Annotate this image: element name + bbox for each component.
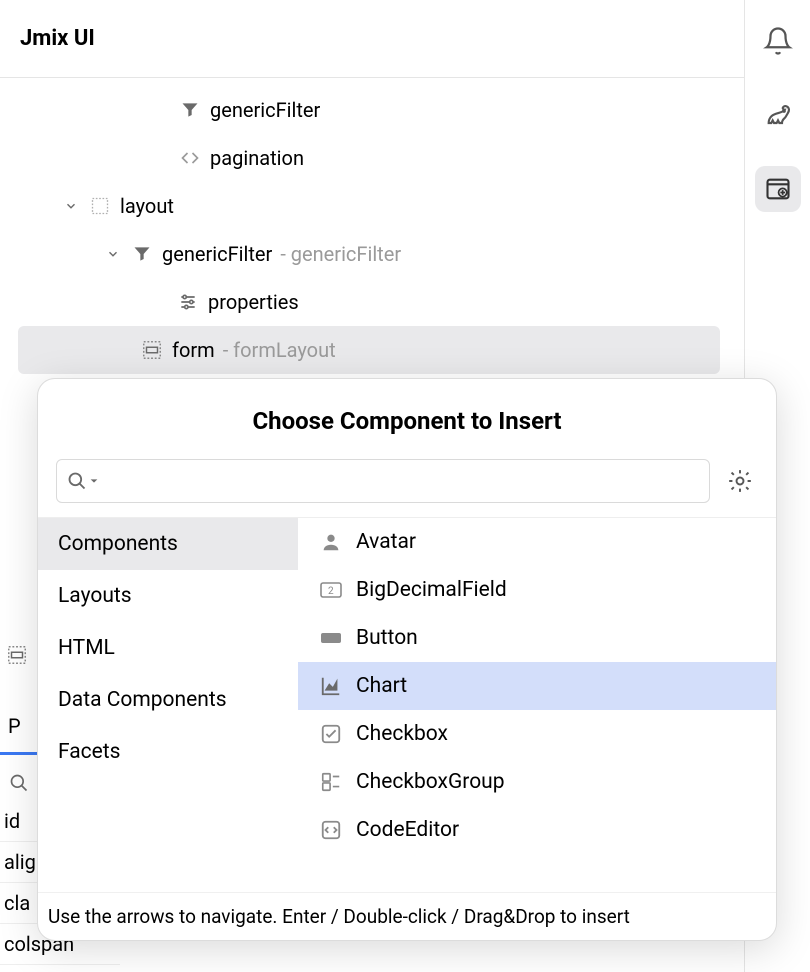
window-icon bbox=[764, 175, 792, 203]
tree-item-properties[interactable]: properties bbox=[18, 278, 720, 326]
property-row[interactable]: alig bbox=[0, 842, 37, 883]
checkbox-icon bbox=[318, 721, 344, 747]
search-field[interactable] bbox=[56, 459, 710, 503]
tree-item-pagination[interactable]: pagination bbox=[18, 134, 720, 182]
property-row[interactable]: cla bbox=[0, 883, 37, 924]
tree-label: pagination bbox=[210, 146, 304, 170]
popup-hint: Use the arrows to navigate. Enter / Doub… bbox=[38, 892, 776, 940]
filter-icon bbox=[178, 98, 202, 122]
tree-label: form bbox=[172, 338, 215, 362]
settings-button[interactable] bbox=[722, 463, 758, 499]
component-label: Button bbox=[356, 626, 418, 650]
tree-item-genericfilter-2[interactable]: genericFilter - genericFilter bbox=[18, 230, 720, 278]
tree-item-genericfilter[interactable]: genericFilter bbox=[18, 86, 720, 134]
filter-icon bbox=[130, 242, 154, 266]
category-layouts[interactable]: Layouts bbox=[38, 570, 298, 622]
checkbox-group-icon bbox=[318, 769, 344, 795]
category-list: Components Layouts HTML Data Components … bbox=[38, 518, 298, 892]
category-data-components[interactable]: Data Components bbox=[38, 674, 298, 726]
elephant-icon bbox=[762, 99, 794, 131]
properties-panel: P id alig cla colspan bbox=[0, 630, 37, 965]
chevron-down-icon bbox=[104, 247, 122, 261]
panel-header: Jmix UI bbox=[0, 0, 810, 78]
search-icon bbox=[67, 471, 99, 491]
component-button[interactable]: Button bbox=[298, 614, 776, 662]
component-checkboxgroup[interactable]: CheckboxGroup bbox=[298, 758, 776, 806]
component-label: Checkbox bbox=[356, 722, 448, 746]
component-checkbox[interactable]: Checkbox bbox=[298, 710, 776, 758]
component-label: Chart bbox=[356, 674, 407, 698]
search-icon[interactable] bbox=[4, 765, 34, 801]
category-components[interactable]: Components bbox=[38, 518, 298, 570]
component-label: CheckboxGroup bbox=[356, 770, 505, 794]
component-label: CodeEditor bbox=[356, 818, 459, 842]
popup-body: Components Layouts HTML Data Components … bbox=[38, 517, 776, 892]
component-label: BigDecimalField bbox=[356, 578, 507, 602]
component-label: Avatar bbox=[356, 530, 416, 554]
tree-label: genericFilter bbox=[162, 242, 272, 266]
chart-icon bbox=[318, 673, 344, 699]
sliders-icon bbox=[176, 290, 200, 314]
category-html[interactable]: HTML bbox=[38, 622, 298, 674]
component-codeeditor[interactable]: CodeEditor bbox=[298, 806, 776, 854]
component-avatar[interactable]: Avatar bbox=[298, 518, 776, 566]
popup-search-row bbox=[38, 459, 776, 517]
code-icon bbox=[178, 146, 202, 170]
category-facets[interactable]: Facets bbox=[38, 726, 298, 778]
button-icon bbox=[318, 625, 344, 651]
tree-suffix: - genericFilter bbox=[280, 242, 401, 266]
tree-label: genericFilter bbox=[210, 98, 320, 122]
search-input[interactable] bbox=[105, 471, 699, 492]
component-picker-popup: Choose Component to Insert Components La… bbox=[37, 378, 777, 941]
popup-title: Choose Component to Insert bbox=[38, 379, 776, 459]
panel-title: Jmix UI bbox=[20, 26, 95, 51]
tree-suffix: - formLayout bbox=[223, 338, 336, 362]
number-field-icon: 2 bbox=[318, 577, 344, 603]
tree-item-form[interactable]: form - formLayout bbox=[18, 326, 720, 374]
code-editor-icon bbox=[318, 817, 344, 843]
jmix-ui-button[interactable] bbox=[755, 166, 801, 212]
chevron-down-icon bbox=[89, 476, 99, 486]
layout-icon bbox=[88, 194, 112, 218]
component-chart[interactable]: Chart bbox=[298, 662, 776, 710]
form-icon bbox=[6, 644, 28, 666]
component-list: Avatar 2 BigDecimalField Button Chart Ch… bbox=[298, 518, 776, 892]
component-tree: genericFilter pagination layout genericF… bbox=[0, 78, 720, 382]
notifications-button[interactable] bbox=[755, 18, 801, 64]
chevron-down-icon bbox=[62, 199, 80, 213]
form-icon bbox=[140, 338, 164, 362]
tree-item-layout[interactable]: layout bbox=[18, 182, 720, 230]
avatar-icon bbox=[318, 529, 344, 555]
svg-text:2: 2 bbox=[328, 586, 334, 597]
tree-label: properties bbox=[208, 290, 299, 314]
tree-label: layout bbox=[120, 194, 174, 218]
bell-icon bbox=[763, 26, 793, 56]
properties-tab[interactable]: P bbox=[0, 700, 37, 755]
gear-icon bbox=[727, 468, 753, 494]
property-row[interactable]: id bbox=[0, 801, 37, 842]
component-bigdecimalfield[interactable]: 2 BigDecimalField bbox=[298, 566, 776, 614]
gradle-button[interactable] bbox=[755, 92, 801, 138]
